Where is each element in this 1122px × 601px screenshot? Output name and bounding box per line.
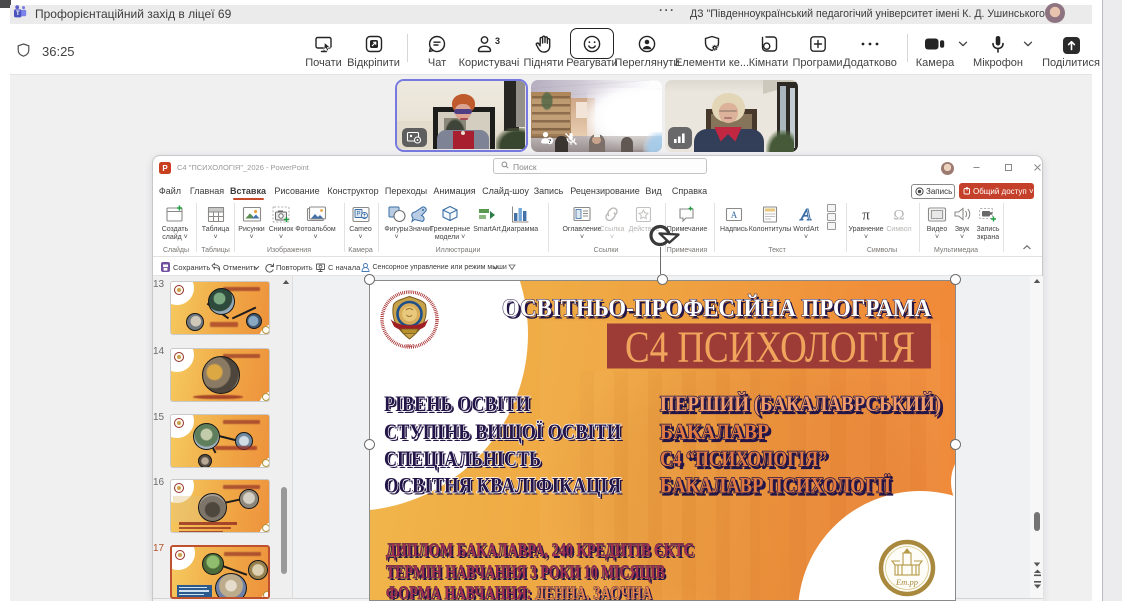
svg-text:A: A <box>800 205 812 224</box>
svg-text:СПЕЦІАЛЬНІСТЬ: СПЕЦІАЛЬНІСТЬ <box>384 446 541 471</box>
svg-text:Ω: Ω <box>893 208 904 224</box>
svg-text:С4 ПСИХОЛОГІЯ: С4 ПСИХОЛОГІЯ <box>625 322 915 371</box>
svg-text:ТЕРМІН НАВЧАННЯ 3 РОКИ 10 МІСЯ: ТЕРМІН НАВЧАННЯ 3 РОКИ 10 МІСЯЦІВ <box>386 562 665 583</box>
svg-text:T: T <box>16 11 20 17</box>
svg-text:ОСВІТНЬО-ПРОФЕСІЙНА ПРОГРАМА: ОСВІТНЬО-ПРОФЕСІЙНА ПРОГРАМА <box>502 294 931 322</box>
svg-text:РІВЕНЬ ОСВІТИ: РІВЕНЬ ОСВІТИ <box>384 391 530 416</box>
svg-text:ДИПЛОМ БАКАЛАВРА, 240 КРЕДИТІВ: ДИПЛОМ БАКАЛАВРА, 240 КРЕДИТІВ ЄКТС <box>386 540 694 561</box>
svg-text:ПЕРШИЙ (БАКАЛАВРСЬКИЙ): ПЕРШИЙ (БАКАЛАВРСЬКИЙ) <box>660 391 941 416</box>
svg-text:P: P <box>162 164 168 172</box>
svg-text:P: P <box>356 212 360 218</box>
svg-text:ФОРМА НАВЧАННЯ: ДЕННА, ЗАОЧНА: ФОРМА НАВЧАННЯ: ДЕННА, ЗАОЧНА <box>386 583 652 601</box>
svg-text:Ет.рр: Ет.рр <box>895 577 918 587</box>
svg-text:A: A <box>731 210 738 220</box>
svg-text:?: ? <box>548 138 551 145</box>
svg-text:СТУПІНЬ ВИЩОЇ ОСВІТИ: СТУПІНЬ ВИЩОЇ ОСВІТИ <box>384 419 621 444</box>
svg-text:π: π <box>862 208 870 224</box>
svg-text:С4 “ПСИХОЛОГІЯ”: С4 “ПСИХОЛОГІЯ” <box>660 446 827 471</box>
svg-text:БАКАЛАВР ПСИХОЛОГІЇ: БАКАЛАВР ПСИХОЛОГІЇ <box>660 472 891 497</box>
svg-text:БАКАЛАВР: БАКАЛАВР <box>660 419 769 444</box>
svg-text:ОСВІТНЯ КВАЛІФІКАЦІЯ: ОСВІТНЯ КВАЛІФІКАЦІЯ <box>384 472 621 497</box>
svg-text:3: 3 <box>495 36 500 46</box>
